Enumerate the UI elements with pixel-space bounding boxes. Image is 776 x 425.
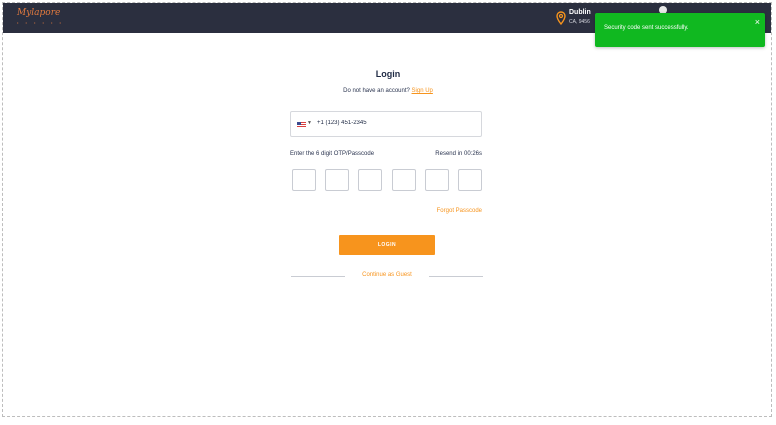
phone-input[interactable] — [317, 120, 467, 126]
otp-label: Enter the 6 digit OTP/Passcode — [290, 151, 375, 157]
page-frame: Mylapore • • • • • • Dublin CA, 9456 Sec… — [2, 2, 772, 417]
forgot-passcode-link[interactable]: Forgot Passcode — [403, 208, 482, 214]
otp-digit-input-2[interactable] — [325, 169, 349, 191]
signup-prompt-line: Do not have an account? Sign Up — [3, 88, 771, 94]
otp-digit-input-5[interactable] — [425, 169, 449, 191]
login-title: Login — [375, 69, 401, 79]
close-icon[interactable]: × — [755, 17, 760, 27]
location-zip: CA, 9456 — [569, 19, 590, 25]
signup-link[interactable]: Sign Up — [412, 88, 433, 94]
otp-digit-input-3[interactable] — [358, 169, 382, 191]
brand-logo-subtext: • • • • • • — [17, 20, 64, 25]
location-city[interactable]: Dublin — [569, 9, 591, 16]
chevron-down-icon[interactable]: ▼ — [307, 120, 312, 126]
toast-message: Security code sent successfully. — [604, 25, 689, 31]
otp-digit-input-6[interactable] — [458, 169, 482, 191]
divider-right — [429, 276, 483, 277]
otp-digit-input-1[interactable] — [292, 169, 316, 191]
continue-as-guest-link[interactable]: Continue as Guest — [333, 272, 441, 278]
success-toast: Security code sent successfully. × — [595, 13, 765, 47]
login-button[interactable]: LOGIN — [339, 235, 435, 255]
location-pin-icon[interactable] — [556, 11, 566, 25]
brand-logo[interactable]: Mylapore — [17, 8, 60, 18]
us-flag-icon[interactable] — [297, 122, 306, 127]
otp-digit-input-4[interactable] — [392, 169, 416, 191]
signup-prompt-text: Do not have an account? — [343, 88, 410, 94]
phone-number-field[interactable]: ▼ — [290, 111, 482, 137]
resend-timer[interactable]: Resend in 00:26s — [424, 151, 482, 157]
